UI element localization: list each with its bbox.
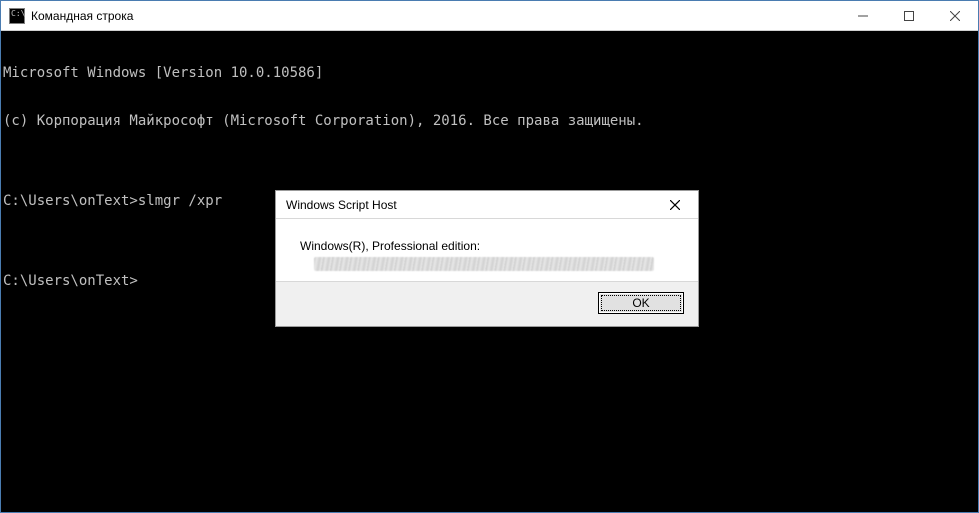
maximize-button[interactable] bbox=[886, 1, 932, 30]
titlebar[interactable]: C:\ Командная строка bbox=[1, 1, 978, 31]
redacted-text bbox=[314, 257, 654, 271]
console-line: Microsoft Windows [Version 10.0.10586] bbox=[3, 65, 976, 81]
dialog-title: Windows Script Host bbox=[286, 198, 660, 212]
console-line: (c) Корпорация Майкрософт (Microsoft Cor… bbox=[3, 113, 976, 129]
cursor bbox=[138, 275, 146, 289]
dialog-body: Windows(R), Professional edition: bbox=[276, 219, 698, 281]
dialog-footer: OK bbox=[276, 281, 698, 326]
window-controls bbox=[840, 1, 978, 30]
dialog-message: Windows(R), Professional edition: bbox=[300, 239, 678, 253]
minimize-button[interactable] bbox=[840, 1, 886, 30]
close-button[interactable] bbox=[932, 1, 978, 30]
dialog-titlebar[interactable]: Windows Script Host bbox=[276, 191, 698, 219]
dialog-close-button[interactable] bbox=[660, 191, 690, 218]
cmd-icon: C:\ bbox=[9, 8, 25, 24]
ok-button[interactable]: OK bbox=[598, 292, 684, 314]
script-host-dialog: Windows Script Host Windows(R), Professi… bbox=[275, 190, 699, 327]
window-title: Командная строка bbox=[31, 9, 840, 23]
